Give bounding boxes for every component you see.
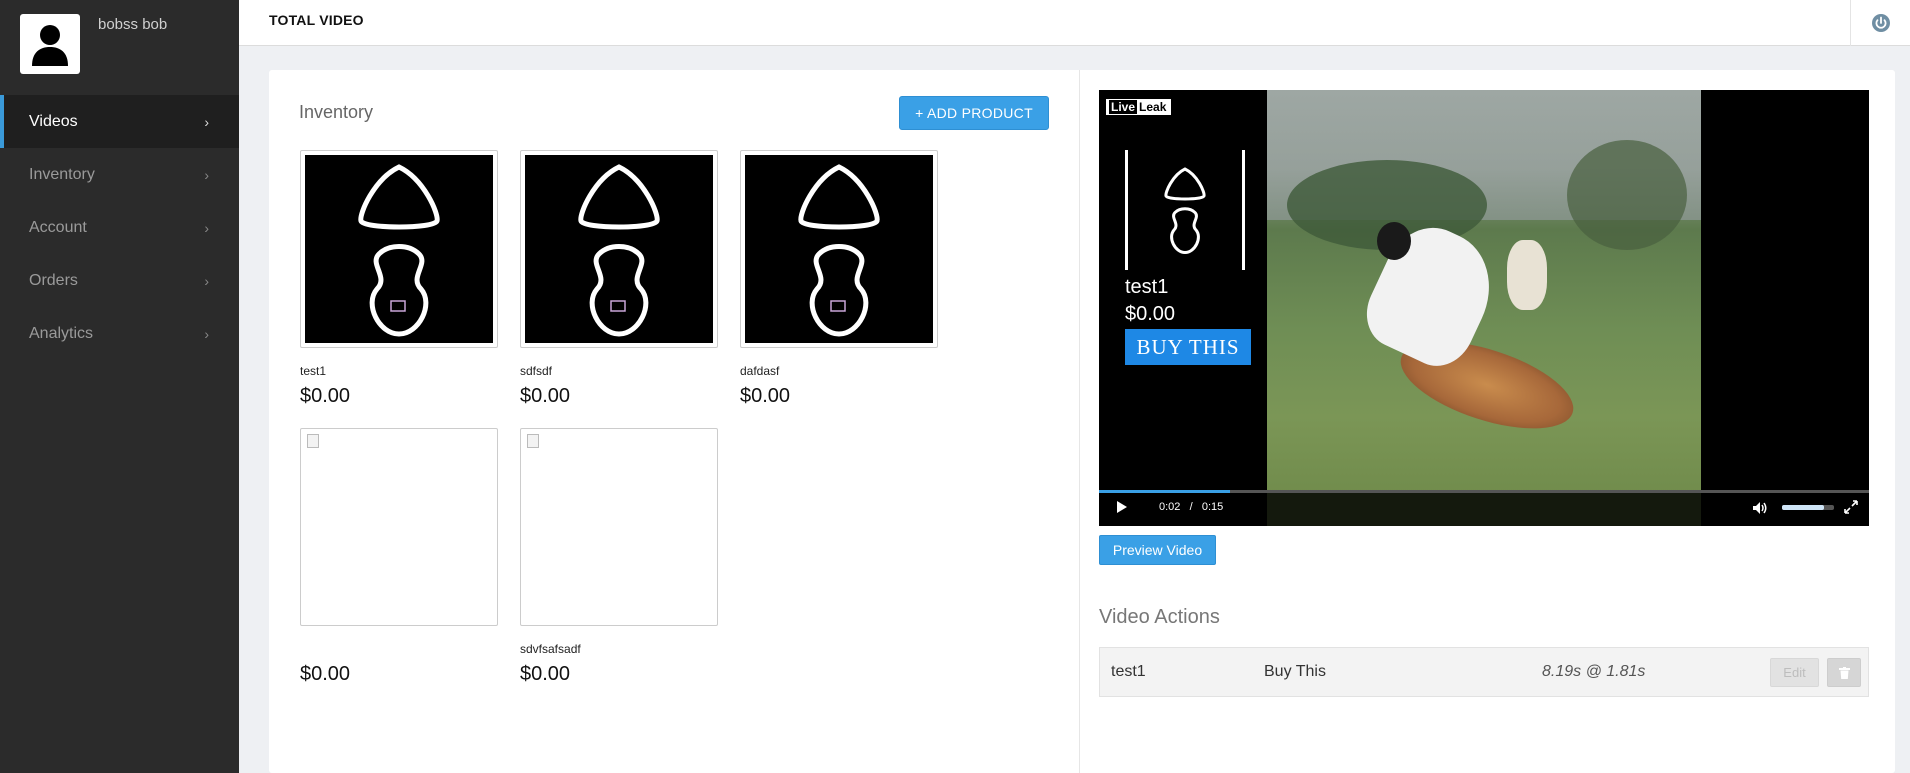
volume-fill [1782,505,1824,510]
sidebar: bobss bob Videos › Inventory › Account ›… [0,0,239,773]
sidebar-item-label: Orders [29,271,78,289]
product-name [300,642,500,656]
sidebar-item-label: Inventory [29,165,95,183]
action-timing: 8.19s @ 1.81s [1542,663,1646,680]
progress-fill [1099,490,1230,493]
bone-scan-icon [1164,167,1206,255]
action-label: Buy This [1264,663,1326,680]
product-image [745,155,933,343]
product-name: dafdasf [740,364,780,378]
product-price: $0.00 [520,385,571,407]
duration: 0:15 [1201,501,1224,513]
bone-scan-icon [798,164,880,337]
sidebar-item-label: Videos [29,112,78,130]
video-player[interactable]: Live Leak test1 $0.00 BUY THIS 0:02 / 0:1… [1099,90,1869,526]
product-name: sdfsdf [520,364,553,378]
chevron-right-icon: › [204,113,209,130]
username: bobss bob [98,16,168,33]
product-price: $0.00 [300,385,351,407]
add-product-button[interactable]: + ADD PRODUCT [899,96,1049,130]
product-name: sdvfsafsadf [520,642,581,656]
chevron-right-icon: › [204,166,209,183]
sidebar-item-label: Analytics [29,324,94,342]
app-title: TOTAL VIDEO [269,12,364,28]
product-thumbnail[interactable] [300,150,498,348]
product-card[interactable]: sdfsdf $0.00 [520,150,720,408]
chevron-right-icon: › [204,325,209,342]
volume-icon[interactable] [1751,499,1769,517]
watermark-logo: Live Leak [1105,98,1173,116]
overlay-product-name: test1 [1125,276,1169,298]
product-card[interactable]: $0.00 [300,428,500,686]
avatar[interactable] [20,14,80,74]
product-card[interactable]: sdvfsafsadf $0.00 [520,428,720,686]
sidebar-item-orders[interactable]: Orders › [0,254,239,307]
product-price: $0.00 [300,663,351,685]
overlay-product-price: $0.00 [1125,303,1176,325]
chevron-right-icon: › [204,272,209,289]
time-display: 0:02 / 0:15 [1159,501,1223,513]
video-controls: 0:02 / 0:15 [1099,490,1869,526]
user-icon [32,25,68,66]
product-thumbnail[interactable] [520,428,718,626]
progress-bar[interactable] [1099,490,1869,493]
bone-scan-icon [358,164,440,337]
top-bar: TOTAL VIDEO [239,0,1910,46]
product-card[interactable]: test1 $0.00 [300,150,500,408]
sidebar-item-label: Account [29,218,87,236]
product-name: test1 [300,364,327,378]
main-panel: Inventory + ADD PRODUCT test1 $0.00 sdfs… [269,70,1895,773]
product-price: $0.00 [740,385,791,407]
product-thumbnail[interactable] [300,428,498,626]
volume-slider[interactable] [1782,505,1834,510]
product-card[interactable]: dafdasf $0.00 [740,150,940,408]
time-separator: / [1189,501,1193,513]
sidebar-item-analytics[interactable]: Analytics › [0,307,239,360]
sidebar-item-videos[interactable]: Videos › [0,95,239,148]
divider [1079,70,1080,773]
product-image [305,155,493,343]
buy-this-button[interactable]: BUY THIS [1125,329,1251,365]
sidebar-item-account[interactable]: Account › [0,201,239,254]
play-icon[interactable] [1117,501,1127,513]
product-image [525,155,713,343]
product-thumbnail[interactable] [520,150,718,348]
current-time: 0:02 [1159,501,1181,513]
edit-button[interactable]: Edit [1770,658,1819,687]
power-icon [1871,14,1890,32]
trash-icon [1838,666,1850,679]
action-product: test1 [1111,663,1146,680]
video-frame [1267,90,1701,526]
logout-button[interactable] [1850,0,1910,46]
inventory-title: Inventory [299,102,374,122]
profile: bobss bob [0,0,239,95]
delete-button[interactable] [1827,658,1861,687]
video-action-row: test1 Buy This 8.19s @ 1.81s Edit [1099,647,1869,697]
bone-scan-icon [578,164,660,337]
product-thumbnail[interactable] [740,150,938,348]
broken-image-icon [527,434,539,448]
fullscreen-icon[interactable] [1843,499,1859,515]
overlay-product-image [1125,150,1245,270]
chevron-right-icon: › [204,219,209,236]
preview-video-button[interactable]: Preview Video [1099,535,1216,565]
product-price: $0.00 [520,663,571,685]
broken-image-icon [307,434,319,448]
video-actions-title: Video Actions [1099,606,1220,628]
sidebar-item-inventory[interactable]: Inventory › [0,148,239,201]
